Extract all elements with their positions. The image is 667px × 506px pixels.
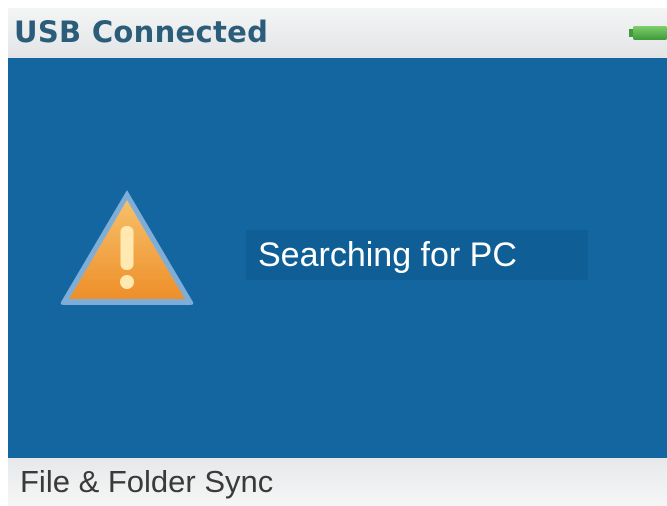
connection-title: USB Connected [14, 15, 269, 49]
battery-body [633, 26, 667, 40]
status-message: Searching for PC [246, 230, 588, 280]
warning-icon [60, 190, 194, 305]
footer-bar: File & Folder Sync [8, 458, 667, 506]
status-header: USB Connected [8, 8, 667, 58]
main-panel: Searching for PC [8, 58, 667, 458]
battery-icon [629, 26, 667, 40]
device-screen: USB Connected Searching for PC File & Fo… [8, 8, 667, 506]
mode-label: File & Folder Sync [20, 464, 274, 499]
